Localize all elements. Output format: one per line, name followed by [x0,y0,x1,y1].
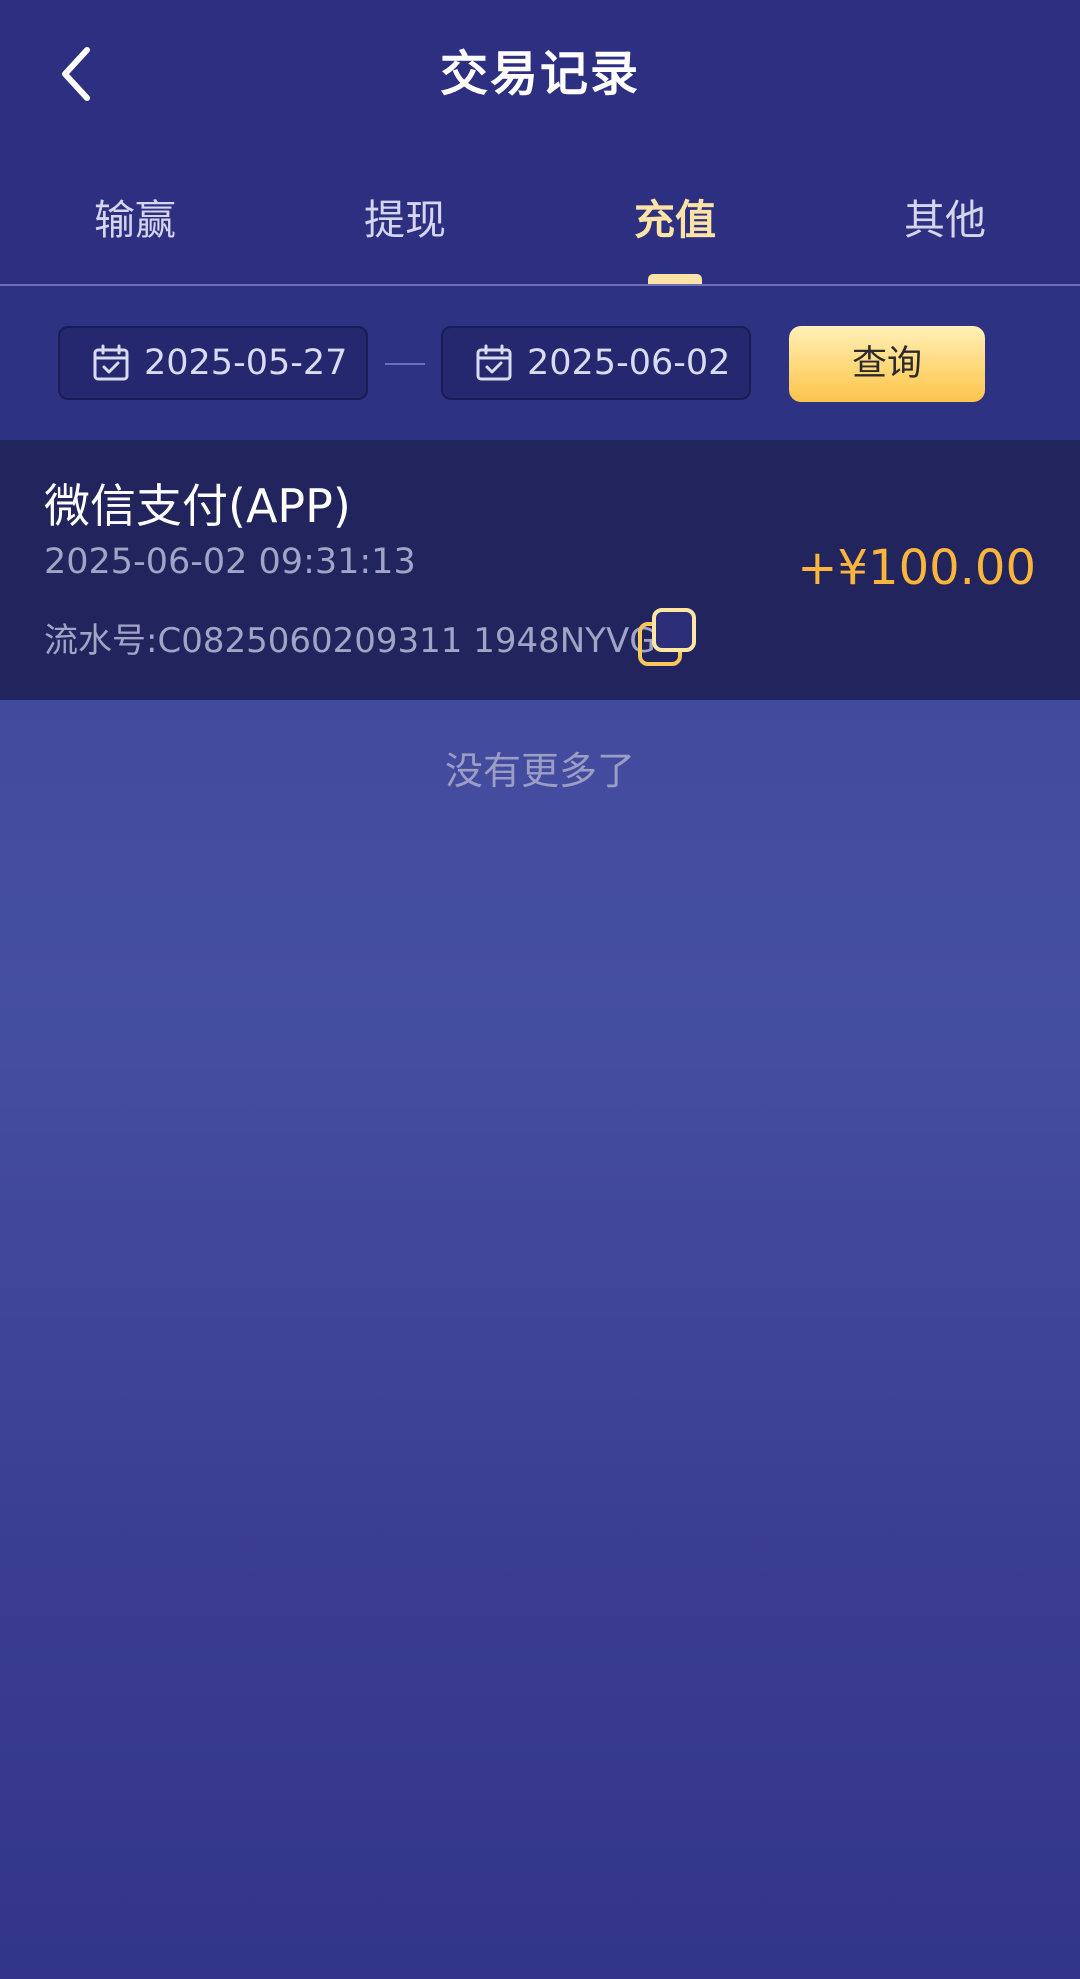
top-bar: 交易记录 [0,0,1080,148]
record-serial-number: 流水号:C0825060209311 1948NYVG [44,621,656,661]
tab-win-loss[interactable]: 输赢 [0,148,270,284]
list-item: 微信支付(APP) 2025-06-02 09:31:13 流水号:C08250… [0,440,1080,700]
tab-withdraw[interactable]: 提现 [270,148,540,284]
date-range-separator [385,363,425,365]
tab-recharge[interactable]: 充值 [540,148,810,284]
record-amount: +¥100.00 [797,540,1036,596]
tab-bar: 输赢 提现 充值 其他 [0,148,1080,286]
back-button[interactable] [44,38,108,110]
page-title: 交易记录 [439,46,640,102]
query-button[interactable]: 查询 [789,326,985,402]
calendar-check-icon [92,344,130,382]
no-more-text: 没有更多了 [444,749,635,793]
chevron-left-icon [62,47,90,101]
end-date-value: 2025-06-02 [527,343,731,383]
copy-icon [638,608,696,666]
copy-button[interactable] [638,608,698,668]
calendar-check-icon [475,344,513,382]
start-date-picker[interactable]: 2025-05-27 [58,326,368,400]
record-time: 2025-06-02 09:31:13 [44,542,416,582]
end-date-picker[interactable]: 2025-06-02 [441,326,751,400]
record-title: 微信支付(APP) [44,479,351,533]
tab-other[interactable]: 其他 [810,148,1080,284]
date-filter-bar: 2025-05-27 2025-06-02 查询 [0,286,1080,440]
start-date-value: 2025-05-27 [144,343,348,383]
